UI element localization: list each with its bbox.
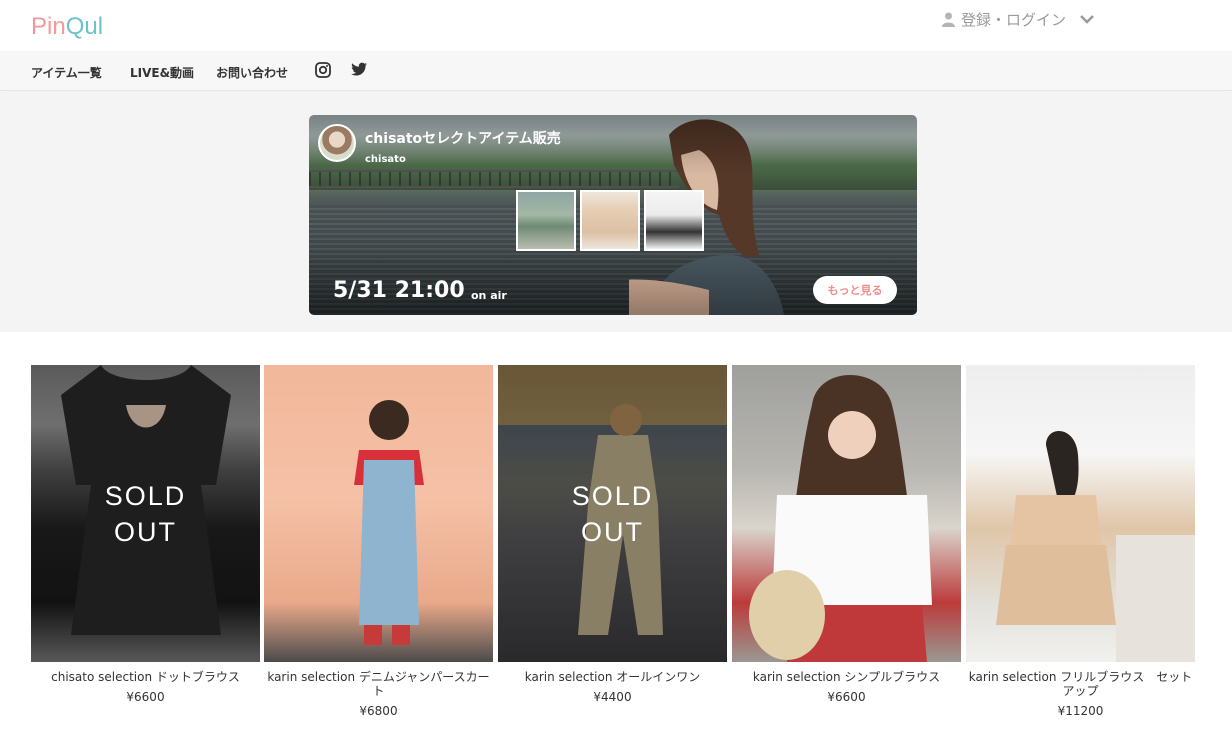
product-card[interactable]: karin selection シンプルブラウス ¥6600 <box>732 365 961 704</box>
live-banner[interactable]: chisatoセレクトアイテム販売 chisato 5/31 21:00 on … <box>309 115 917 315</box>
product-photo-figure <box>749 375 932 662</box>
product-image[interactable] <box>966 365 1195 662</box>
product-price: ¥11200 <box>1057 704 1104 718</box>
thumbnail-item-2[interactable] <box>580 190 640 251</box>
banner-subtitle: chisato <box>365 154 406 165</box>
product-image[interactable]: SOLD OUT <box>31 365 260 662</box>
product-card[interactable]: SOLD OUT chisato selection ドットブラウス ¥6600 <box>31 365 260 704</box>
main-nav: アイテム一覧 LIVE&動画 お問い合わせ <box>0 51 1232 91</box>
onair-label: on air <box>471 289 507 302</box>
user-icon <box>942 12 955 27</box>
banner-title: chisatoセレクトアイテム販売 <box>365 131 561 147</box>
nav-item-live[interactable]: LIVE&動画 <box>130 64 194 81</box>
sold-out-label: SOLD OUT <box>31 365 260 662</box>
product-price: ¥6600 <box>126 690 165 704</box>
onair-date: 5/31 21:00 <box>333 278 465 303</box>
product-card[interactable]: karin selection フリルブラウス セットアップ ¥11200 <box>966 365 1195 718</box>
product-name[interactable]: chisato selection ドットブラウス <box>31 670 260 684</box>
product-photo-figure <box>354 400 424 645</box>
product-price: ¥4400 <box>593 690 632 704</box>
site-header: PinQul 登録・ログイン <box>0 0 1232 50</box>
site-logo[interactable]: PinQul <box>31 13 103 41</box>
more-button[interactable]: もっと見る <box>813 276 897 304</box>
product-name[interactable]: karin selection デニムジャンパースカート <box>264 670 493 698</box>
product-name[interactable]: karin selection オールインワン <box>498 670 727 684</box>
product-photo-figure <box>996 431 1195 662</box>
banner-item-thumbnails <box>516 190 704 251</box>
avatar <box>318 124 356 162</box>
instagram-icon[interactable] <box>315 62 332 79</box>
product-name[interactable]: karin selection フリルブラウス セットアップ <box>966 670 1195 698</box>
product-card[interactable]: SOLD OUT karin selection オールインワン ¥4400 <box>498 365 727 704</box>
nav-item-contact[interactable]: お問い合わせ <box>216 64 288 81</box>
product-price: ¥6600 <box>827 690 866 704</box>
login-menu[interactable]: 登録・ログイン <box>942 8 1094 30</box>
twitter-icon[interactable] <box>351 62 368 79</box>
product-image[interactable] <box>732 365 961 662</box>
logo-text-qul: Qul <box>65 13 104 40</box>
chevron-down-icon <box>1080 14 1094 24</box>
product-price: ¥6800 <box>359 704 398 718</box>
thumbnail-item-1[interactable] <box>516 190 576 251</box>
login-label: 登録・ログイン <box>961 10 1067 29</box>
logo-text-pin: Pin <box>31 13 66 40</box>
product-name[interactable]: karin selection シンプルブラウス <box>732 670 961 684</box>
thumbnail-item-3[interactable] <box>644 190 704 251</box>
nav-item-items[interactable]: アイテム一覧 <box>31 64 102 81</box>
sold-out-label: SOLD OUT <box>498 365 727 662</box>
product-image[interactable]: SOLD OUT <box>498 365 727 662</box>
product-image[interactable] <box>264 365 493 662</box>
product-card[interactable]: karin selection デニムジャンパースカート ¥6800 <box>264 365 493 718</box>
